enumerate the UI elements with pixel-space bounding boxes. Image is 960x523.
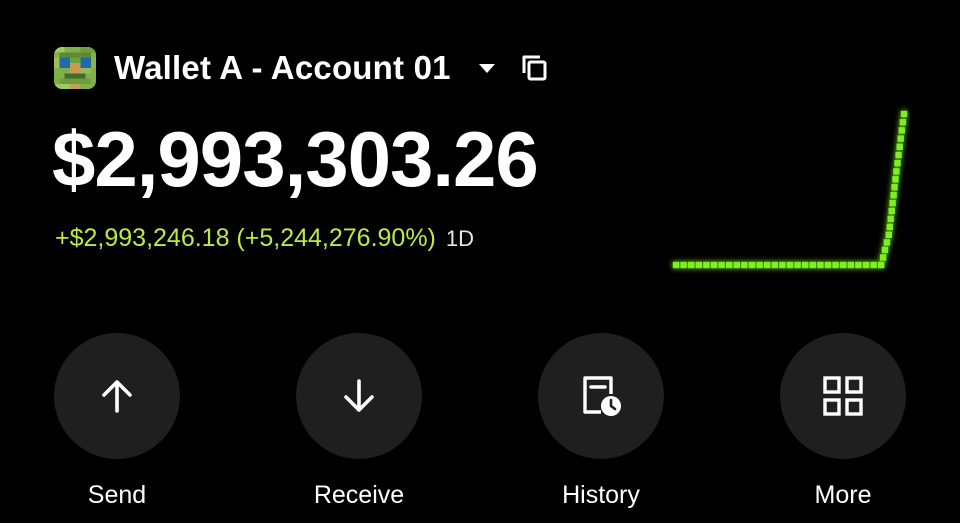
sparkline-point <box>870 261 877 269</box>
sparkline-point <box>897 135 904 142</box>
account-header: Wallet A - Account 01 <box>54 46 551 90</box>
sparkline-point <box>764 261 771 269</box>
sparkline-point <box>824 261 832 269</box>
account-dropdown-button[interactable] <box>473 54 501 82</box>
receive-label: Receive <box>313 481 405 509</box>
sparkline-point <box>786 261 794 269</box>
sparkline-point <box>891 184 898 191</box>
sparkline-point <box>672 261 680 269</box>
sparkline-point <box>726 261 733 269</box>
sparkline-point <box>890 192 897 199</box>
sparkline-point <box>710 261 718 269</box>
sparkline-point <box>855 261 862 269</box>
sparkline-point <box>718 261 725 269</box>
receive-button-circle[interactable] <box>296 333 422 459</box>
sparkline-point <box>886 223 893 231</box>
sparkline-point <box>695 261 702 269</box>
pixel-art-avatar-icon[interactable] <box>54 47 96 89</box>
more-button[interactable]: More <box>780 333 906 510</box>
sparkline-point <box>862 261 870 269</box>
arrow-up-icon <box>102 380 132 413</box>
balance-change-row: +$2,993,246.18 (+5,244,276.90%) 1D <box>55 224 474 253</box>
sparkline-point <box>817 261 824 269</box>
sparkline-point <box>809 261 816 269</box>
sparkline-point <box>748 261 756 269</box>
sparkline-point <box>756 261 763 269</box>
sparkline-point <box>894 160 901 167</box>
caret-down-icon <box>478 64 495 73</box>
sparkline-point <box>881 246 889 254</box>
sparkline-point <box>887 215 894 223</box>
history-button[interactable]: History <box>538 333 664 510</box>
copy-address-button[interactable] <box>517 51 551 85</box>
more-label: More <box>814 481 872 509</box>
sparkline-point <box>741 261 748 269</box>
account-name[interactable]: Wallet A - Account 01 <box>114 49 451 87</box>
more-button-circle[interactable] <box>780 333 906 459</box>
sparkline-point <box>847 261 854 269</box>
sparkline-point <box>840 261 847 269</box>
sparkline-point <box>878 261 885 269</box>
wallet-screen: Wallet A - Account 01 $2,993,303.26 +$2,… <box>0 0 960 523</box>
period-selector[interactable]: 1D <box>446 226 474 252</box>
sparkline-point <box>883 239 891 246</box>
sparkline-point <box>896 143 903 150</box>
sparkline-series <box>672 110 908 269</box>
copy-icon <box>522 55 547 81</box>
sparkline-point <box>885 231 892 238</box>
sparkline-point <box>900 110 908 118</box>
sparkline-point <box>879 254 887 261</box>
grid-icon <box>823 376 863 416</box>
sparkline-point <box>779 261 786 269</box>
arrow-down-icon <box>344 379 374 412</box>
history-receipt-clock-icon <box>583 376 621 416</box>
send-button-circle[interactable] <box>54 333 180 459</box>
sparkline-point <box>794 261 801 269</box>
sparkline-point <box>889 199 896 207</box>
sparkline-point <box>802 261 809 269</box>
sparkline-point <box>680 261 687 269</box>
sparkline-point <box>892 176 899 183</box>
sparkline-point <box>703 261 710 269</box>
sparkline-point <box>888 207 895 215</box>
sparkline-point <box>733 261 740 269</box>
balance-change: +$2,993,246.18 (+5,244,276.90%) <box>55 224 436 252</box>
send-label: Send <box>87 481 147 509</box>
total-balance: $2,993,303.26 <box>52 115 539 203</box>
history-button-circle[interactable] <box>538 333 664 459</box>
sparkline-point <box>771 261 778 269</box>
balance-sparkline-chart <box>672 110 908 269</box>
send-button[interactable]: Send <box>54 333 180 510</box>
history-label: History <box>562 481 640 509</box>
sparkline-point <box>899 119 907 126</box>
sparkline-point <box>895 151 902 159</box>
receive-button[interactable]: Receive <box>296 333 422 510</box>
sparkline-point <box>893 168 900 175</box>
sparkline-point <box>688 261 695 269</box>
sparkline-point <box>898 127 905 134</box>
sparkline-point <box>832 261 839 269</box>
